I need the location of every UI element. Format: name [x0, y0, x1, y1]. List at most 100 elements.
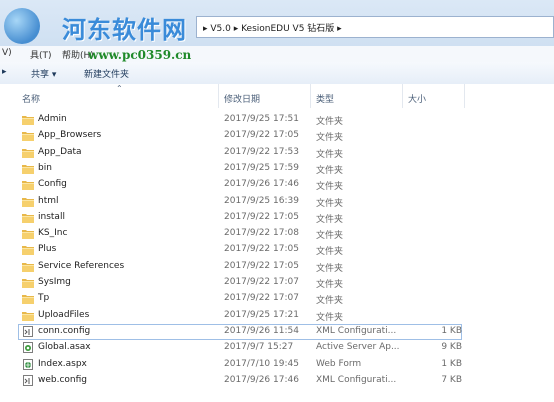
- menu-tools[interactable]: 具(T): [30, 48, 52, 61]
- folder-icon: [22, 163, 34, 174]
- file-type: XML Configurati...: [316, 374, 397, 385]
- column-header: 名称 ⌃ 修改日期 类型 大小: [0, 84, 554, 108]
- file-row[interactable]: Config 2017/9/26 17:46 文件夹: [0, 177, 554, 193]
- toolbar-arrow-icon[interactable]: ▸: [2, 67, 7, 77]
- file-name: Index.aspx: [38, 358, 87, 369]
- file-type: 文件夹: [316, 280, 344, 290]
- file-row[interactable]: Tp 2017/9/22 17:07 文件夹: [0, 291, 554, 307]
- file-date: 2017/9/22 17:53: [224, 146, 299, 157]
- file-row[interactable]: App_Data 2017/9/22 17:53 文件夹: [0, 145, 554, 161]
- sort-ascending-icon: ⌃: [116, 84, 123, 93]
- menu-view[interactable]: V): [2, 48, 12, 58]
- file-name: UploadFiles: [38, 309, 90, 320]
- file-date: 2017/9/26 17:46: [224, 374, 299, 385]
- file-date: 2017/9/22 17:05: [224, 211, 299, 222]
- config-file-icon: [22, 374, 34, 386]
- file-date: 2017/9/22 17:05: [224, 244, 299, 255]
- file-row[interactable]: UploadFiles 2017/9/25 17:21 文件夹: [0, 308, 554, 324]
- folder-icon: [22, 147, 34, 158]
- file-type: 文件夹: [316, 214, 344, 225]
- file-name: html: [38, 195, 59, 206]
- column-divider[interactable]: [464, 84, 465, 108]
- folder-icon: [22, 196, 34, 207]
- file-row[interactable]: html 2017/9/25 16:39 文件夹: [0, 194, 554, 210]
- menu-bar: V) 具(T) 帮助(H): [0, 46, 554, 63]
- file-name: KS_Inc: [38, 228, 68, 239]
- file-type: 文件夹: [316, 296, 344, 307]
- file-date: 2017/9/25 17:21: [224, 309, 299, 320]
- column-divider[interactable]: [310, 84, 311, 108]
- file-date: 2017/9/22 17:05: [224, 130, 299, 141]
- folder-icon: [22, 130, 34, 142]
- file-type: 文件夹: [316, 133, 344, 144]
- file-name: Tp: [38, 293, 50, 304]
- address-bar[interactable]: ▸ V5.0 ▸ KesionEDU V5 钻石版 ▸: [196, 16, 554, 38]
- file-row[interactable]: App_Browsers 2017/9/22 17:05 文件夹: [0, 128, 554, 144]
- folder-icon: [22, 212, 34, 223]
- file-name: App_Browsers: [38, 130, 102, 141]
- file-name: Global.asax: [38, 342, 91, 353]
- file-row[interactable]: Plus 2017/9/22 17:05 文件夹: [0, 242, 554, 258]
- title-bar: ▸ V5.0 ▸ KesionEDU V5 钻石版 ▸ 河东软件网: [0, 0, 554, 46]
- file-type: XML Configurati...: [316, 325, 397, 336]
- file-date: 2017/9/22 17:07: [224, 293, 299, 304]
- file-name: Service References: [38, 260, 125, 271]
- file-type: 文件夹: [316, 247, 344, 258]
- column-name[interactable]: 名称: [22, 92, 40, 105]
- file-type: Active Server Ap...: [316, 342, 400, 353]
- folder-icon: [22, 310, 34, 321]
- file-size: 1 KB: [441, 358, 462, 369]
- column-date[interactable]: 修改日期: [224, 92, 260, 105]
- folder-icon: [22, 179, 34, 191]
- file-row[interactable]: Service References 2017/9/22 17:05 文件夹: [0, 259, 554, 275]
- file-row[interactable]: web.config 2017/9/26 17:46 XML Configurati…: [0, 373, 554, 389]
- file-name: web.config: [38, 374, 88, 385]
- file-size: 7 KB: [441, 374, 462, 385]
- file-date: 2017/9/22 17:08: [224, 228, 299, 239]
- file-date: 2017/9/26 17:46: [224, 179, 299, 190]
- file-size: 1 KB: [441, 325, 462, 336]
- folder-icon: [22, 277, 34, 288]
- folder-icon: [22, 228, 34, 240]
- file-date: 2017/9/25 16:39: [224, 195, 299, 206]
- file-date: 2017/9/22 17:05: [224, 260, 299, 271]
- file-row[interactable]: install 2017/9/22 17:05 文件夹: [0, 210, 554, 226]
- file-name: Admin: [38, 114, 67, 124]
- file-name: Plus: [38, 244, 57, 255]
- column-size[interactable]: 大小: [408, 92, 426, 105]
- file-row[interactable]: conn.config 2017/9/26 11:54 XML Configurat…: [18, 323, 462, 340]
- file-row[interactable]: Global.asax 2017/9/7 15:27 Active Server A…: [0, 340, 554, 356]
- toolbar: ▸ 共享 ▾ 新建文件夹: [0, 62, 554, 85]
- asax-file-icon: [22, 342, 34, 354]
- file-type: 文件夹: [316, 231, 344, 242]
- file-type: Web Form: [316, 358, 362, 369]
- file-name: bin: [38, 162, 52, 173]
- folder-icon: [22, 261, 34, 272]
- file-type: 文件夹: [316, 165, 344, 176]
- folder-icon: [22, 293, 34, 305]
- column-divider[interactable]: [402, 84, 403, 108]
- file-type: 文件夹: [316, 117, 344, 127]
- file-row[interactable]: SysImg 2017/9/22 17:07 文件夹: [0, 275, 554, 291]
- config-file-icon: [22, 325, 34, 337]
- column-type[interactable]: 类型: [316, 92, 334, 105]
- file-date: 2017/9/7 15:27: [224, 342, 294, 353]
- file-size: 9 KB: [441, 342, 462, 353]
- new-folder-button[interactable]: 新建文件夹: [84, 67, 129, 80]
- share-button[interactable]: 共享 ▾: [31, 67, 56, 80]
- column-divider[interactable]: [218, 84, 219, 108]
- aspx-file-icon: [22, 358, 34, 370]
- file-type: 文件夹: [316, 149, 344, 160]
- file-row[interactable]: KS_Inc 2017/9/22 17:08 文件夹: [0, 226, 554, 242]
- file-type: 文件夹: [316, 263, 344, 274]
- watermark-site-name: 河东软件网: [62, 15, 187, 44]
- file-row[interactable]: Admin 2017/9/25 17:51 文件夹: [0, 112, 554, 128]
- watermark-url: www.pc0359.cn: [88, 48, 192, 62]
- file-row[interactable]: bin 2017/9/25 17:59 文件夹: [0, 161, 554, 177]
- file-row[interactable]: Index.aspx 2017/7/10 19:45 Web Form 1 KB: [0, 357, 554, 373]
- file-name: App_Data: [38, 146, 82, 157]
- folder-icon: [22, 114, 34, 125]
- file-date: 2017/7/10 19:45: [224, 358, 299, 369]
- file-name: conn.config: [38, 325, 91, 336]
- address-path: ▸ V5.0 ▸ KesionEDU V5 钻石版 ▸: [203, 23, 342, 34]
